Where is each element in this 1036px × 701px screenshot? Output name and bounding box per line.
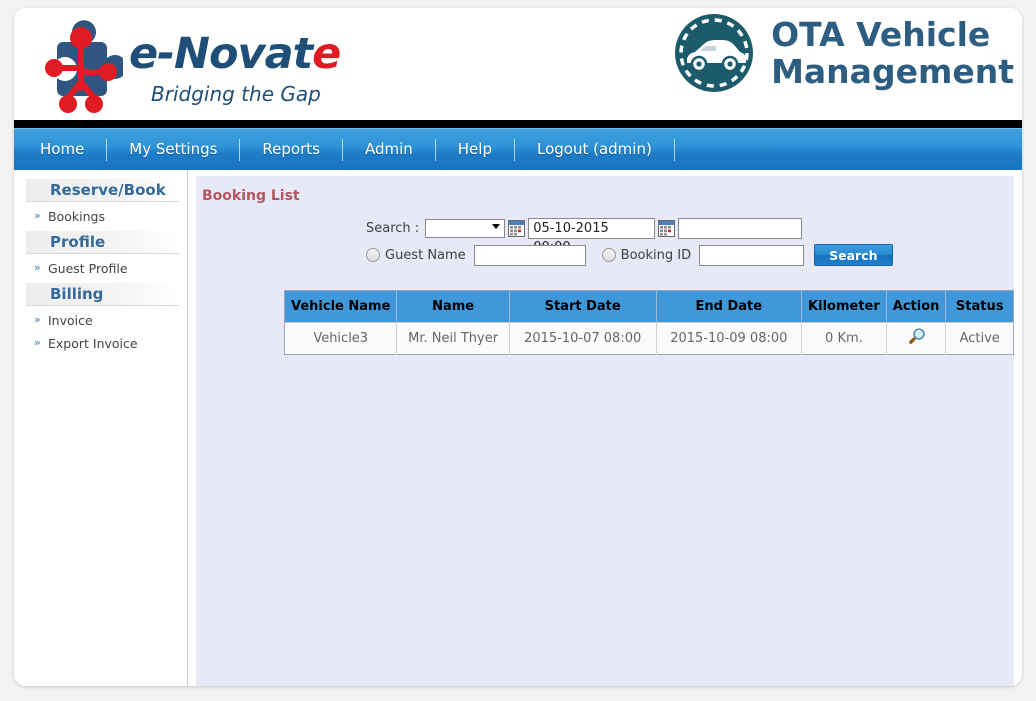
calendar-icon[interactable] <box>658 220 675 237</box>
search-form: Search : <box>196 218 1014 266</box>
guest-name-radio[interactable] <box>366 248 380 262</box>
header-divider-bar <box>14 120 1022 128</box>
app-title-line2: Management <box>771 53 1014 90</box>
puzzle-person-icon <box>37 20 123 116</box>
column-header-action: Action <box>886 291 946 323</box>
bullet-icon: » <box>34 261 41 274</box>
cell-action <box>886 323 946 355</box>
sidebar-item-label: Invoice <box>48 313 93 328</box>
page-title: Booking List <box>196 186 1014 204</box>
column-header-vehicle-name[interactable]: Vehicle Name <box>285 291 397 323</box>
end-date-input[interactable] <box>678 218 802 239</box>
sidebar-item-export-invoice[interactable]: » Export Invoice <box>14 332 187 355</box>
chevron-down-icon <box>492 224 500 229</box>
cell-start-date: 2015-10-07 08:00 <box>509 323 656 355</box>
nav-separator <box>674 139 675 161</box>
cell-end-date: 2015-10-09 08:00 <box>656 323 801 355</box>
sidebar-item-label: Guest Profile <box>48 261 128 276</box>
table-row: Vehicle3 Mr. Neil Thyer 2015-10-07 08:00… <box>285 323 1014 355</box>
search-button[interactable]: Search <box>814 244 892 266</box>
search-row-bottom: Guest Name Booking ID Search <box>366 244 1014 266</box>
bullet-icon: » <box>34 313 41 326</box>
booking-table-container: Vehicle Name Name Start Date End Date Ki… <box>196 290 1014 355</box>
brand-tagline: Bridging the Gap <box>151 82 369 106</box>
sidebar-item-label: Bookings <box>48 209 105 224</box>
guest-name-label: Guest Name <box>385 248 466 263</box>
sidebar-item-bookings[interactable]: » Bookings <box>14 205 187 228</box>
table-header-row: Vehicle Name Name Start Date End Date Ki… <box>285 291 1014 323</box>
column-header-start-date[interactable]: Start Date <box>509 291 656 323</box>
cell-name: Mr. Neil Thyer <box>397 323 509 355</box>
page-header: e-Novate Bridging the Gap OTA Vehicle <box>14 8 1022 120</box>
cell-status: Active <box>946 323 1014 355</box>
start-date-input[interactable]: 05-10-2015 00:00 <box>528 218 655 239</box>
sidebar-item-guest-profile[interactable]: » Guest Profile <box>14 257 187 280</box>
booking-panel: Booking List Search : <box>196 176 1014 686</box>
application-window: e-Novate Bridging the Gap OTA Vehicle <box>14 8 1022 686</box>
nav-item-logout[interactable]: Logout (admin) <box>515 129 674 170</box>
nav-item-home[interactable]: Home <box>18 129 106 170</box>
app-title-line1: OTA Vehicle <box>771 16 1014 53</box>
booking-table: Vehicle Name Name Start Date End Date Ki… <box>284 290 1014 355</box>
sidebar-group-reserve-book: Reserve/Book <box>26 179 179 202</box>
car-circle-icon <box>673 12 755 94</box>
content-area: Booking List Search : <box>188 170 1022 686</box>
sidebar-group-billing: Billing <box>26 283 179 306</box>
cell-vehicle-name: Vehicle3 <box>285 323 397 355</box>
nav-item-admin[interactable]: Admin <box>343 129 435 170</box>
booking-id-label: Booking ID <box>621 248 691 263</box>
booking-id-radio[interactable] <box>602 248 616 262</box>
app-branding: OTA Vehicle Management <box>673 12 1014 94</box>
app-title: OTA Vehicle Management <box>771 16 1014 90</box>
sidebar-item-invoice[interactable]: » Invoice <box>14 309 187 332</box>
nav-item-my-settings[interactable]: My Settings <box>107 129 239 170</box>
column-header-end-date[interactable]: End Date <box>656 291 801 323</box>
cell-kilometer: 0 Km. <box>802 323 887 355</box>
magnifier-icon[interactable] <box>907 335 926 350</box>
sidebar: Reserve/Book » Bookings Profile » Guest … <box>14 170 188 686</box>
enovate-logo: e-Novate Bridging the Gap <box>25 14 365 118</box>
page-body: Reserve/Book » Bookings Profile » Guest … <box>14 170 1022 686</box>
main-navigation: Home My Settings Reports Admin Help Logo… <box>14 128 1022 170</box>
search-type-dropdown[interactable] <box>425 219 505 238</box>
brand-name: e-Novate <box>129 30 369 78</box>
sidebar-item-label: Export Invoice <box>48 336 138 351</box>
brand-text-block: e-Novate Bridging the Gap <box>129 30 369 106</box>
search-row-top: Search : <box>366 218 1014 239</box>
booking-id-input[interactable] <box>699 245 804 266</box>
bullet-icon: » <box>34 209 41 222</box>
search-label: Search : <box>366 221 419 236</box>
column-header-kilometer[interactable]: Kilometer <box>802 291 887 323</box>
bullet-icon: » <box>34 336 41 349</box>
column-header-status[interactable]: Status <box>946 291 1014 323</box>
guest-name-input[interactable] <box>474 245 586 266</box>
nav-item-reports[interactable]: Reports <box>240 129 342 170</box>
calendar-icon[interactable] <box>508 220 525 237</box>
sidebar-group-profile: Profile <box>26 231 179 254</box>
column-header-name[interactable]: Name <box>397 291 509 323</box>
nav-item-help[interactable]: Help <box>436 129 514 170</box>
